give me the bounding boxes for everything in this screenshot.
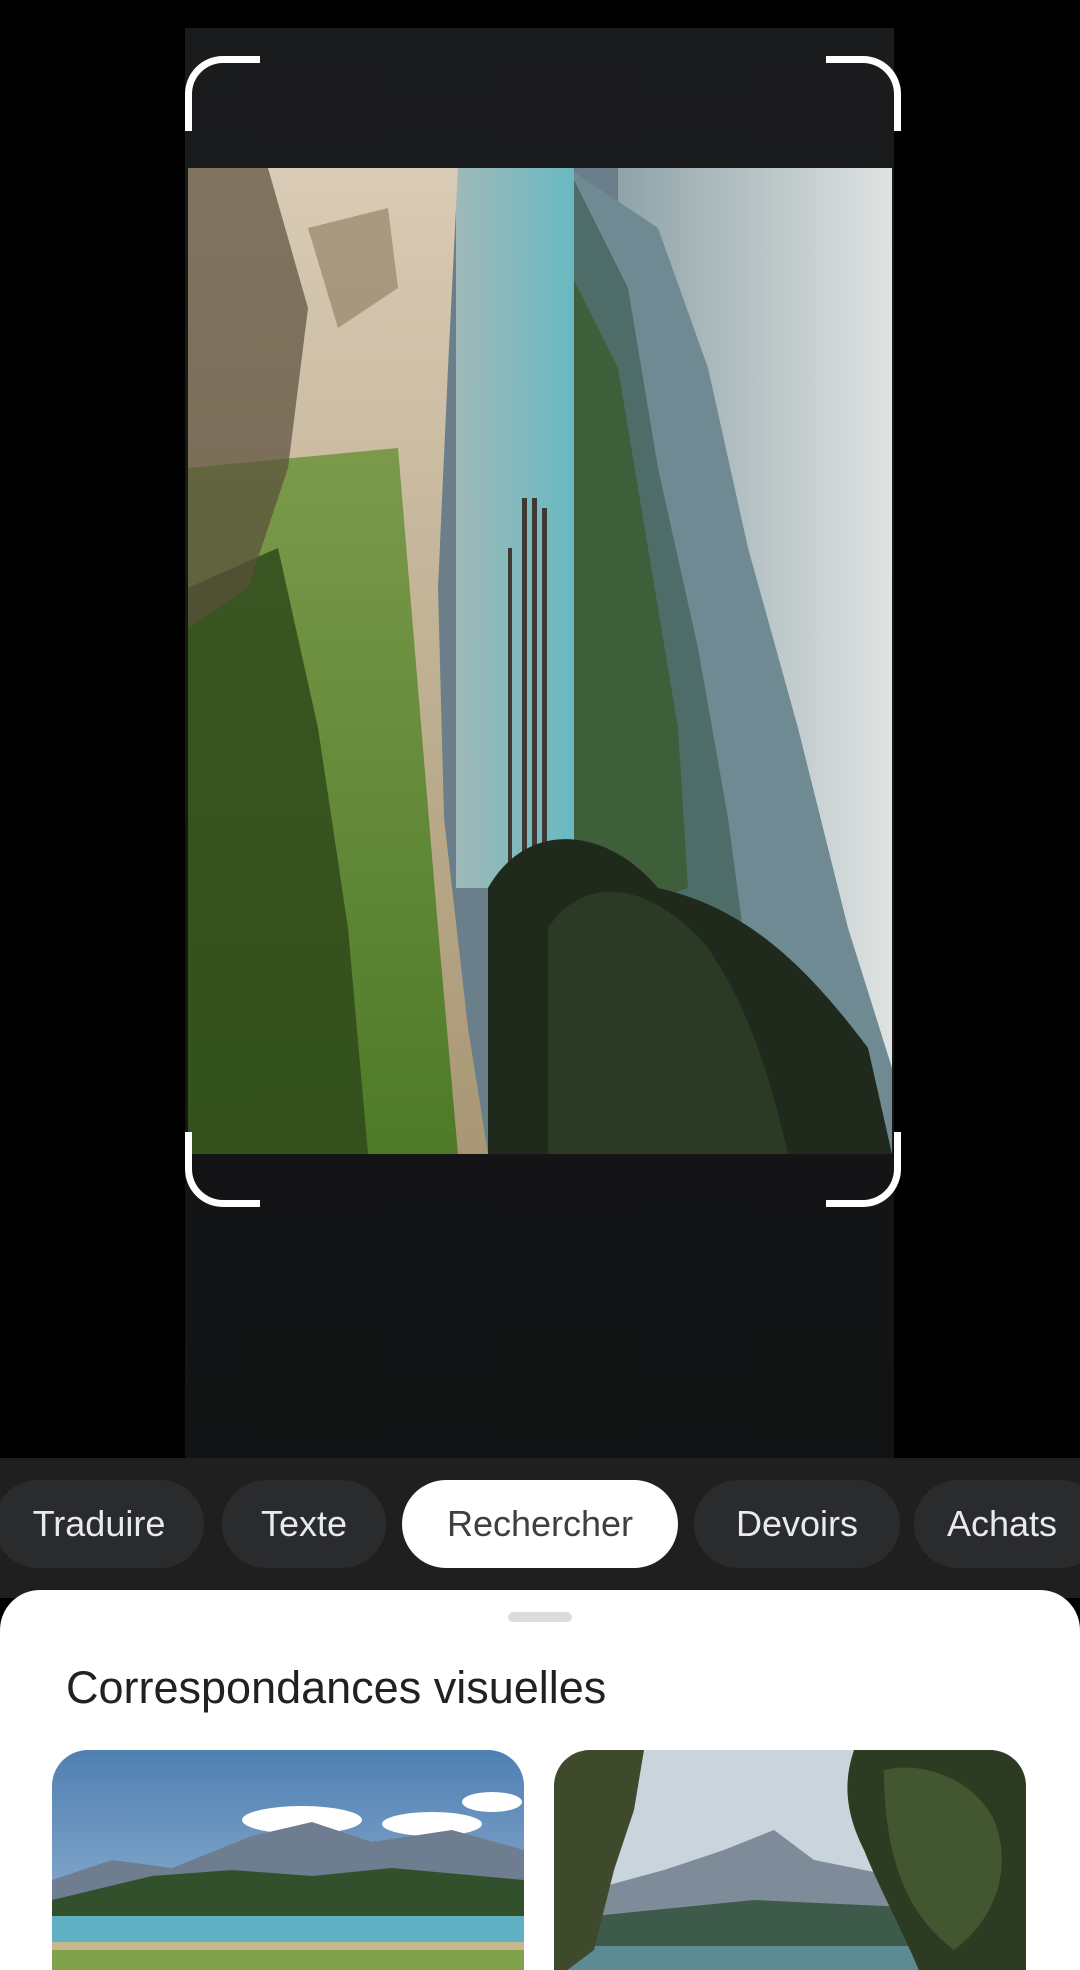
mode-tab-label: Traduire xyxy=(32,1503,166,1544)
crop-corner-top-left[interactable] xyxy=(185,56,260,131)
mode-tab-texte[interactable]: Texte xyxy=(222,1480,386,1568)
mode-tab-label: Devoirs xyxy=(735,1503,859,1544)
crop-corner-top-right[interactable] xyxy=(826,56,901,131)
visual-matches-heading: Correspondances visuelles xyxy=(66,1662,607,1713)
captured-photo[interactable] xyxy=(188,168,892,1154)
mode-tab-traduire[interactable]: Traduire xyxy=(0,1480,204,1568)
lake-trees-thumbnail xyxy=(554,1750,1026,1970)
lake-landscape-image xyxy=(188,168,892,1154)
sheet-drag-handle[interactable] xyxy=(508,1612,572,1622)
mode-tab-label: Achats xyxy=(946,1503,1058,1544)
mode-tab-achats[interactable]: Achats xyxy=(914,1480,1080,1568)
crop-corner-bottom-right[interactable] xyxy=(826,1132,901,1207)
mode-tab-rechercher[interactable]: Rechercher xyxy=(402,1480,678,1568)
mode-tab-label: Texte xyxy=(260,1503,348,1544)
results-bottom-sheet[interactable]: Correspondances visuelles xyxy=(0,1590,1080,1970)
visual-match-result-2[interactable] xyxy=(554,1750,1026,1970)
visual-match-result-1[interactable] xyxy=(52,1750,524,1970)
crop-corner-bottom-left[interactable] xyxy=(185,1132,260,1207)
mode-tab-label: Rechercher xyxy=(446,1503,634,1544)
lake-mountain-thumbnail xyxy=(52,1750,524,1970)
mode-tab-devoirs[interactable]: Devoirs xyxy=(694,1480,900,1568)
